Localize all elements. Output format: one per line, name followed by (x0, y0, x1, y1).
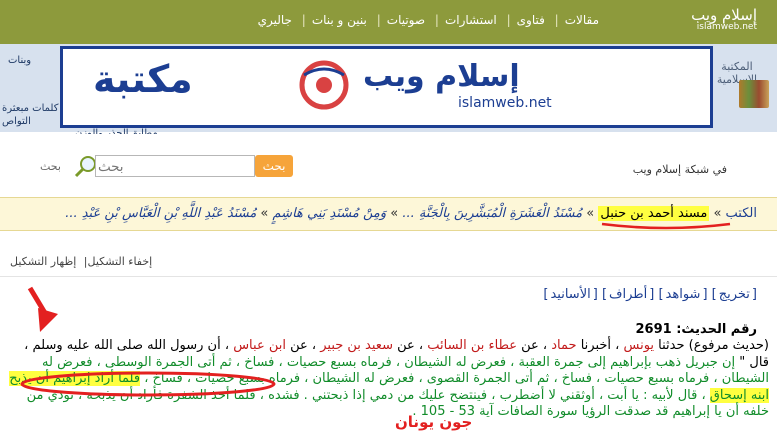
library-logo-overlay: مكتبة إسلام ويب islamweb.net (60, 46, 713, 128)
breadcrumb-subsection[interactable]: وَمِنْ مُسْنَدِ بَنِي هَاشِمٍ (273, 206, 387, 221)
handwritten-note: جون يونان (395, 413, 473, 431)
shawahid-link[interactable]: شواهد (666, 287, 701, 302)
nav-item-gallery[interactable]: جاليري (258, 13, 292, 27)
left-panel-label: التواص (2, 116, 31, 127)
books-icon (739, 80, 769, 108)
asanid-link[interactable]: الأسانيد (550, 287, 590, 302)
search-button[interactable]: بحث (255, 155, 293, 177)
overlay-latin: islamweb.net (458, 95, 552, 111)
overlay-maktaba: مكتبة (93, 57, 193, 101)
left-panel-label: كلمات مبعثرة (2, 103, 59, 114)
tashkeel-toggles: إخفاء التشكيل| إظهار التشكيل (10, 255, 153, 268)
search-label: بحث (40, 160, 61, 173)
left-panel-label: وبنات (8, 55, 32, 66)
red-ellipse-annotation (20, 371, 276, 397)
nav-item-kids[interactable]: بنين و بنات (312, 13, 367, 27)
nav-item-consultations[interactable]: استشارات (445, 13, 497, 27)
hadith-number-value: 2691 (635, 322, 672, 337)
search-input[interactable] (95, 155, 255, 177)
divider (0, 276, 777, 277)
nav-item-articles[interactable]: مقالات (565, 13, 599, 27)
hadith-part: ، عن (517, 338, 552, 353)
hadith-part: ، أخبرنا (576, 338, 624, 353)
underline-mark (601, 222, 731, 230)
breadcrumb-items: الكتب » مسند أحمد بن حنبل » مُسْنَدُ الْ… (65, 206, 757, 221)
hadith-part: ، عن (285, 338, 321, 353)
breadcrumb-book[interactable]: مسند أحمد بن حنبل (598, 206, 710, 221)
red-arrow-icon (27, 286, 58, 332)
nav-item-audio[interactable]: صوتيات (387, 13, 425, 27)
narrator-link[interactable]: سعيد بن جبير (320, 338, 393, 353)
narrator-link[interactable]: يونس (624, 338, 655, 353)
takhrij-link[interactable]: تخريج (719, 287, 750, 302)
hadith-part: ، عن (392, 338, 428, 353)
hadith-number-label: رقم الحديث: (676, 322, 757, 337)
breadcrumb-section[interactable]: مُسْنَدُ الْعَشَرَةِ الْمُبَشَّرِينَ بِا… (402, 206, 582, 221)
atraf-link[interactable]: أطراف (609, 287, 647, 302)
narrator-link[interactable]: ابن عباس (233, 338, 286, 353)
breadcrumb-root[interactable]: الكتب (726, 206, 757, 221)
show-tashkeel-link[interactable]: إظهار التشكيل (10, 255, 76, 268)
top-nav-links: مقالات| فتاوى| استشارات| صوتيات| بنين و … (257, 13, 599, 27)
top-nav-bar: مقالات| فتاوى| استشارات| صوتيات| بنين و … (0, 0, 777, 44)
narrator-link[interactable]: حماد (551, 338, 576, 353)
nav-item-fatwas[interactable]: فتاوى (517, 13, 545, 27)
site-logo[interactable]: إسلام ويب islamweb.net (627, 6, 757, 38)
hadith-part: (حديث مرفوع) حدثنا (654, 338, 769, 353)
search-scope-label: في شبكة إسلام ويب (632, 163, 727, 176)
hide-tashkeel-link[interactable]: إخفاء التشكيل (88, 255, 153, 268)
overlay-arabic: إسلام ويب (363, 59, 520, 94)
islamweb-emblem-icon (299, 60, 349, 110)
hadith-number: رقم الحديث: 2691 (636, 322, 758, 337)
hadith-refs: [تخريج] [شواهد] [أطراف] [الأسانيد] (543, 287, 757, 302)
breadcrumb-current[interactable]: مُسْنَدُ عَبْدِ اللَّهِ بْنِ الْعَبَّاسِ… (65, 206, 256, 221)
narrator-link[interactable]: عطاء بن السائب (427, 338, 517, 353)
